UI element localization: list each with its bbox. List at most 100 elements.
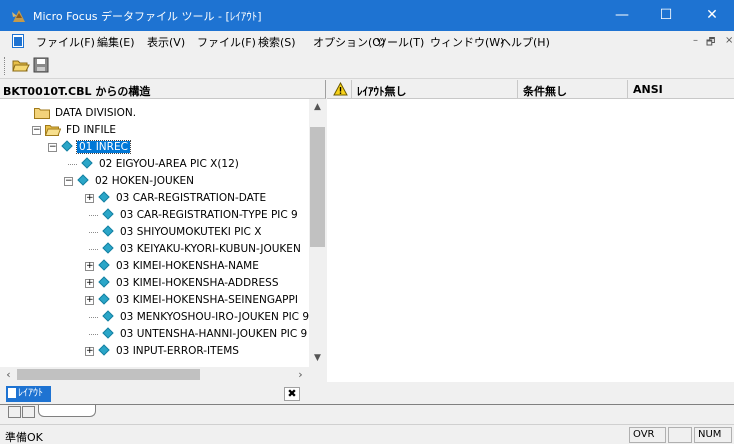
folder-icon — [34, 108, 50, 119]
tree-connector — [89, 248, 98, 250]
tree-node[interactable]: +03 KIMEI-HOKENSHA-ADDRESS — [85, 275, 280, 292]
header-separator — [627, 80, 628, 99]
menu-file[interactable]: ファイル(F) — [36, 34, 95, 50]
menu-bar: ファイル(F) 編集(E) 表示(V) ファイル(F) 検索(S) オプション(… — [0, 31, 734, 51]
tab-prev-button[interactable] — [8, 406, 21, 418]
expand-toggle[interactable]: + — [85, 261, 94, 271]
scroll-left-arrow-icon[interactable]: ‹ — [0, 367, 17, 382]
diamond-icon — [102, 225, 114, 237]
title-bar: Micro Focus データファイル ツール - [ﾚｲｱｳﾄ] — ☐ ✕ — [0, 0, 734, 31]
document-icon — [12, 34, 24, 48]
diamond-icon — [102, 310, 114, 322]
menu-help[interactable]: ヘルプ(H) — [500, 34, 550, 50]
tree-node-selected[interactable]: −01 INREC — [48, 139, 131, 156]
status-text: 準備OK — [5, 431, 43, 444]
tree-node[interactable]: DATA DIVISION. — [34, 105, 138, 122]
layout-status: ﾚｲｱｳﾄ無し — [357, 85, 407, 98]
ovr-indicator: OVR — [629, 427, 666, 443]
layout-window-close-button[interactable]: ✖ — [284, 387, 300, 401]
mdi-close-button[interactable]: × — [725, 35, 733, 46]
tree-node[interactable]: +03 CAR-REGISTRATION-DATE — [85, 190, 268, 207]
expand-toggle[interactable]: + — [85, 295, 94, 305]
blank-indicator — [668, 427, 692, 443]
tree-node[interactable]: 03 KEIYAKU-KYORI-KUBUN-JOUKEN — [89, 241, 303, 258]
layout-pane[interactable]: ﾚｲｱｳﾄ無し 条件無し ANSI — [327, 80, 734, 382]
window-title: Micro Focus データファイル ツール - [ﾚｲｱｳﾄ] — [33, 10, 262, 23]
menu-view[interactable]: 表示(V) — [147, 34, 185, 50]
save-icon[interactable] — [32, 56, 50, 74]
close-button[interactable]: ✕ — [690, 0, 734, 31]
scroll-up-arrow-icon[interactable]: ▲ — [309, 99, 326, 116]
menu-file-2[interactable]: ファイル(F) — [197, 34, 256, 50]
scroll-down-arrow-icon[interactable]: ▼ — [309, 350, 326, 367]
app-logo-icon — [12, 10, 25, 22]
tree-node[interactable]: 03 MENKYOSHOU-IRO-JOUKEN PIC 9 — [89, 309, 311, 326]
tree-node[interactable]: − FD INFILE — [32, 122, 118, 139]
tree-node[interactable]: +03 INPUT-ERROR-ITEMS — [85, 343, 241, 360]
diamond-icon — [98, 293, 110, 305]
tree-connector — [89, 316, 98, 318]
layout-window-tab[interactable]: ﾚｲｱｳﾄ — [6, 386, 51, 402]
open-folder-icon — [45, 125, 61, 136]
menu-edit[interactable]: 編集(E) — [97, 34, 135, 50]
horizontal-scroll-thumb[interactable] — [17, 369, 200, 380]
collapse-toggle[interactable]: − — [64, 176, 73, 186]
mdi-minimize-button[interactable]: – — [693, 35, 698, 46]
tree-header: BKT0010T.CBL からの構造 — [0, 80, 326, 99]
maximize-button[interactable]: ☐ — [644, 0, 688, 31]
structure-tree[interactable]: DATA DIVISION. − FD INFILE −01 INREC 02 E… — [0, 99, 326, 382]
tree-node[interactable]: 02 EIGYOU-AREA PIC X(12) — [68, 156, 241, 173]
condition-status: 条件無し — [523, 85, 567, 98]
header-separator — [351, 80, 352, 99]
diamond-icon — [61, 140, 73, 152]
diamond-icon — [98, 344, 110, 356]
tab-next-button[interactable] — [22, 406, 35, 418]
menu-tools[interactable]: ツール(T) — [376, 34, 424, 50]
diamond-icon — [98, 191, 110, 203]
tree-node[interactable]: 03 SHIYOUMOKUTEKI PIC X — [89, 224, 263, 241]
expand-toggle[interactable]: + — [85, 278, 94, 288]
open-folder-icon[interactable] — [12, 56, 30, 74]
diamond-icon — [102, 242, 114, 254]
expand-toggle[interactable]: + — [85, 346, 94, 356]
tree-node[interactable]: 03 UNTENSHA-HANNI-JOUKEN PIC 9 — [89, 326, 309, 343]
diamond-icon — [81, 157, 93, 169]
warning-icon — [333, 82, 348, 96]
minimize-button[interactable]: — — [600, 0, 644, 31]
tree-node[interactable]: +03 KIMEI-HOKENSHA-SEINENGAPPI — [85, 292, 300, 309]
tree-connector — [89, 214, 98, 216]
tree-header-label: BKT0010T.CBL からの構造 — [3, 85, 151, 98]
layout-header: ﾚｲｱｳﾄ無し 条件無し ANSI — [327, 80, 734, 99]
diamond-icon — [102, 327, 114, 339]
vertical-scrollbar[interactable]: ▲ ▼ — [309, 99, 326, 367]
toolbar — [0, 51, 734, 79]
expand-toggle[interactable]: + — [85, 193, 94, 203]
document-bar: ﾚｲｱｳﾄ ✖ — [0, 384, 306, 404]
tree-node[interactable]: −02 HOKEN-JOUKEN — [64, 173, 196, 190]
toolbar-grip[interactable] — [4, 57, 7, 75]
menu-search[interactable]: 検索(S) — [258, 34, 296, 50]
scroll-corner — [309, 367, 326, 382]
diamond-icon — [98, 276, 110, 288]
header-separator — [517, 80, 518, 99]
status-bar: 準備OK OVR NUM — [0, 424, 734, 444]
menu-options[interactable]: オプション(O) — [313, 34, 385, 50]
scroll-right-arrow-icon[interactable]: › — [292, 367, 309, 382]
bottom-tab[interactable] — [38, 405, 96, 417]
tree-connector — [68, 163, 77, 165]
horizontal-scrollbar[interactable]: ‹ › — [0, 367, 309, 382]
vertical-scroll-thumb[interactable] — [310, 127, 325, 247]
collapse-toggle[interactable]: − — [48, 142, 57, 152]
layout-window-tab-label: ﾚｲｱｳﾄ — [18, 388, 43, 399]
tree-node[interactable]: +03 KIMEI-HOKENSHA-NAME — [85, 258, 261, 275]
document-tabs-row — [0, 404, 734, 424]
collapse-toggle[interactable]: − — [32, 125, 41, 135]
num-indicator: NUM — [694, 427, 732, 443]
tree-node[interactable]: 03 CAR-REGISTRATION-TYPE PIC 9 — [89, 207, 300, 224]
charset-status: ANSI — [633, 83, 663, 96]
menu-window[interactable]: ウィンドウ(W) — [430, 34, 504, 50]
tree-connector — [89, 231, 98, 233]
diamond-icon — [77, 174, 89, 186]
mdi-restore-button[interactable]: 🗗 — [706, 35, 715, 52]
document-icon — [8, 388, 16, 398]
